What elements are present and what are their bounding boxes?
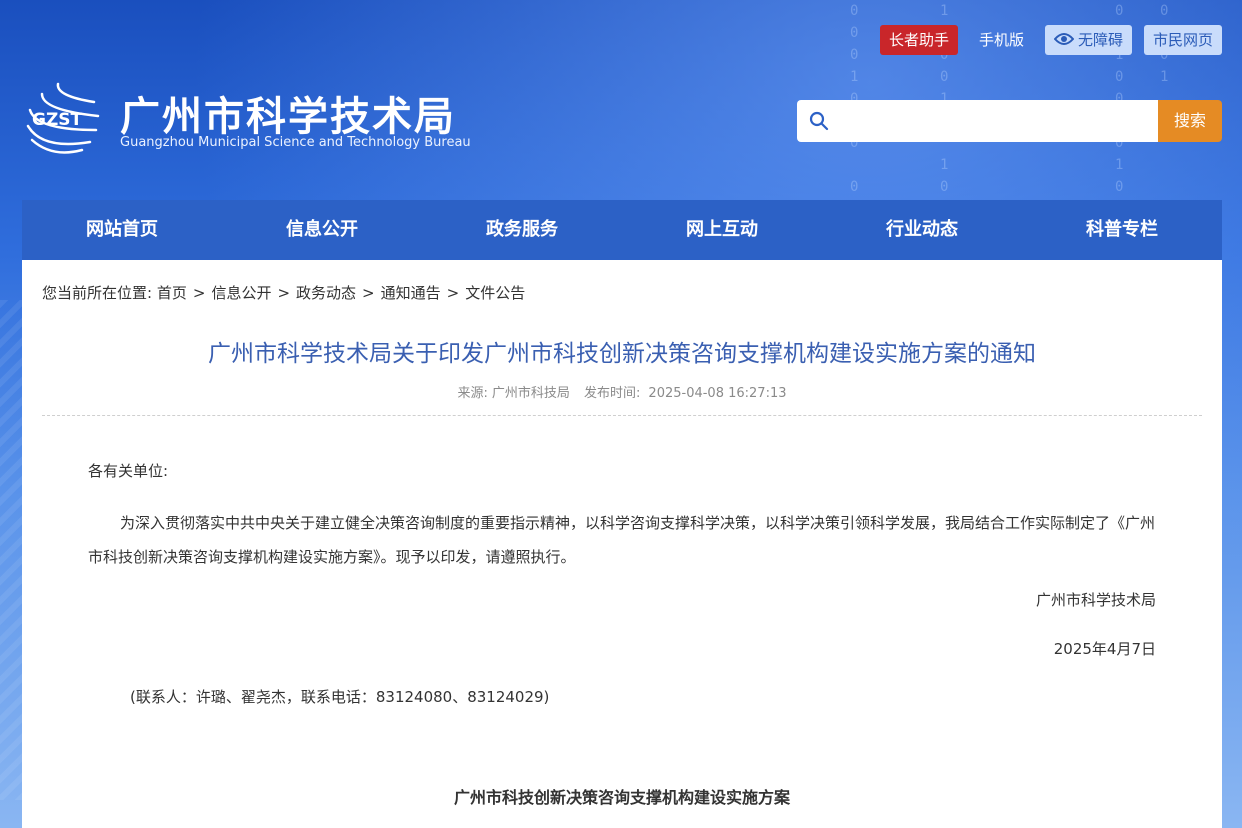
svg-text:GZST: GZST <box>32 110 83 130</box>
breadcrumb-prefix: 您当前所在位置: <box>42 284 153 302</box>
breadcrumb-separator: > <box>446 284 460 302</box>
nav-item-science-column[interactable]: 科普专栏 <box>1022 200 1222 260</box>
site-title[interactable]: 广州市科学技术局 <box>120 84 456 142</box>
breadcrumb-notices[interactable]: 通知通告 <box>381 284 441 302</box>
globe-logo-icon: GZST <box>26 82 100 154</box>
nav-item-gov-services[interactable]: 政务服务 <box>422 200 622 260</box>
search-icon <box>809 111 829 135</box>
eye-icon <box>1053 26 1075 56</box>
main-nav: 网站首页 信息公开 政务服务 网上互动 行业动态 科普专栏 <box>22 200 1222 260</box>
nav-item-online-interaction[interactable]: 网上互动 <box>622 200 822 260</box>
breadcrumb: 您当前所在位置: 首页 > 信息公开 > 政务动态 > 通知通告 > 文件公告 <box>42 282 525 303</box>
article-date: 2025年4月7日 <box>1053 640 1156 658</box>
breadcrumb-file-announcements[interactable]: 文件公告 <box>465 284 525 302</box>
article-title: 广州市科学技术局关于印发广州市科技创新决策咨询支撑机构建设实施方案的通知 <box>208 341 1036 367</box>
elderly-assistant-button[interactable]: 长者助手 <box>879 25 958 55</box>
search-bar: 搜索 <box>797 100 1222 142</box>
article-body: 为深入贯彻落实中共中央关于建立健全决策咨询制度的重要指示精神，以科学咨询支撑科学… <box>88 514 1156 566</box>
breadcrumb-gov-news[interactable]: 政务动态 <box>296 284 356 302</box>
breadcrumb-separator: > <box>192 284 206 302</box>
divider <box>42 415 1202 416</box>
search-input[interactable] <box>797 100 1158 142</box>
breadcrumb-info[interactable]: 信息公开 <box>211 284 271 302</box>
source-label: 来源: 广州市科技局 <box>457 386 570 401</box>
article-salutation: 各有关单位: <box>88 462 169 480</box>
breadcrumb-separator: > <box>362 284 375 302</box>
mobile-version-link[interactable]: 手机版 <box>970 25 1033 55</box>
site-logo[interactable]: GZST <box>22 80 104 160</box>
nav-item-home[interactable]: 网站首页 <box>22 200 222 260</box>
breadcrumb-home[interactable]: 首页 <box>157 284 187 302</box>
accessibility-button[interactable]: 无障碍 <box>1044 25 1132 56</box>
plan-title: 广州市科技创新决策咨询支撑机构建设实施方案 <box>453 788 790 807</box>
citizen-page-link[interactable]: 市民网页 <box>1143 25 1222 55</box>
top-links: 长者助手 手机版 无障碍 市民网页 <box>879 25 1222 56</box>
accessibility-label: 无障碍 <box>1077 31 1123 49</box>
search-button[interactable]: 搜索 <box>1158 100 1222 142</box>
publish-time: 发布时间: 2025-04-08 16:27:13 <box>584 386 787 401</box>
nav-item-industry-news[interactable]: 行业动态 <box>822 200 1022 260</box>
breadcrumb-separator: > <box>277 284 291 302</box>
article-panel: 您当前所在位置: 首页 > 信息公开 > 政务动态 > 通知通告 > 文件公告 广州市科学技术局… <box>22 260 1222 828</box>
nav-item-info-disclosure[interactable]: 信息公开 <box>222 200 422 260</box>
article-signature: 广州市科学技术局 <box>1035 591 1156 609</box>
article-contact: (联系人：许璐、翟尧杰，联系电话：83124080、83124029) <box>130 688 550 706</box>
site-subtitle: Guangzhou Municipal Science and Technolo… <box>120 135 471 150</box>
article-meta: 来源: 广州市科技局 发布时间: 2025-04-08 16:27:13 <box>22 382 1222 401</box>
